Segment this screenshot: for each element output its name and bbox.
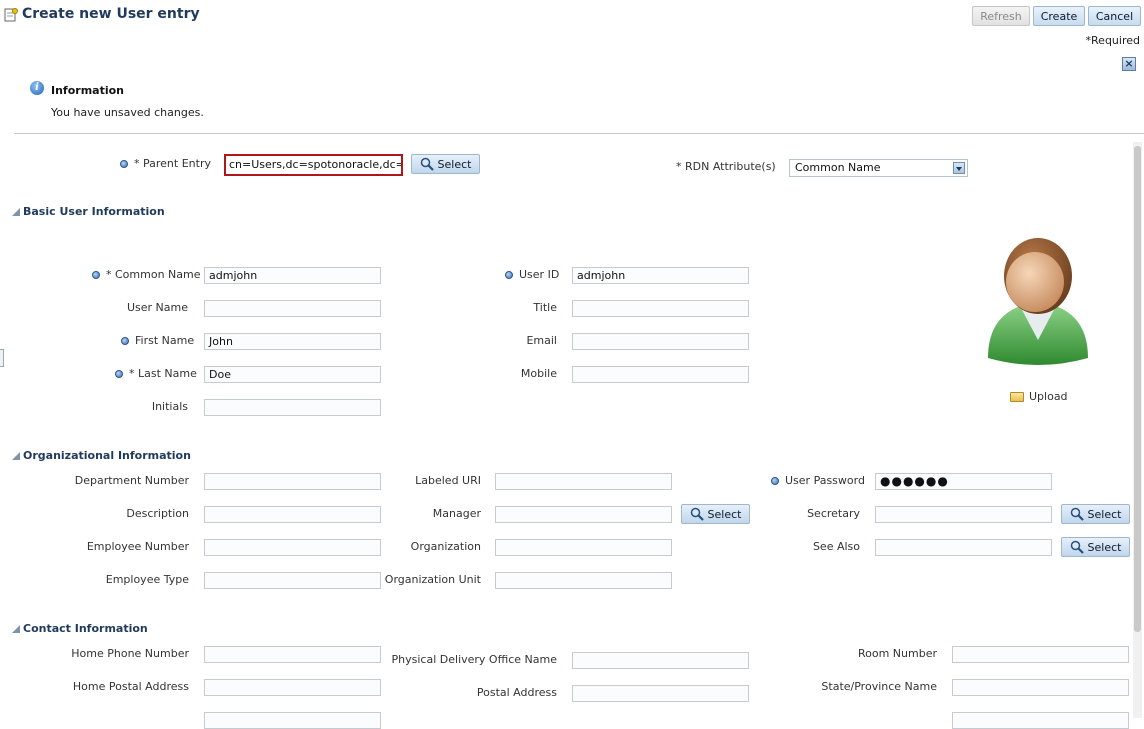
new-entry-icon [4,8,18,22]
help-dot-icon [120,160,128,168]
organization-label: Organization [410,540,481,553]
secretary-input[interactable] [875,506,1052,523]
folder-icon [1010,391,1024,402]
collapse-handle[interactable] [0,349,4,367]
create-button[interactable]: Create [1033,6,1085,26]
postal-address-input[interactable] [572,685,749,702]
common-name-input[interactable]: admjohn [204,267,381,284]
see-also-label: See Also [812,540,860,553]
employee-number-label: Employee Number [86,540,189,553]
info-title: Information [51,84,124,97]
initials-label: Initials [151,400,188,413]
user-id-label: User ID [505,268,559,281]
parent-entry-label: * Parent Entry [120,157,211,170]
rdn-attribute-label: * RDN Attribute(s) [676,160,776,173]
delivery-office-label: Physical Delivery Office Name [391,653,557,666]
title-input[interactable] [572,300,749,317]
section-org-header[interactable]: Organizational Information [12,449,191,462]
help-dot-icon [505,271,513,279]
department-number-input[interactable] [204,473,381,490]
labeled-uri-label: Labeled URI [415,474,481,487]
last-name-input[interactable]: Doe [204,366,381,383]
mobile-label: Mobile [520,367,557,380]
info-panel [14,75,1144,134]
section-contact-header[interactable]: Contact Information [12,622,148,635]
help-dot-icon [115,370,123,378]
title-label: Title [533,301,557,314]
email-label: Email [526,334,557,347]
parent-entry-input[interactable]: cn=Users,dc=spotonoracle,dc=ch [224,154,403,176]
organization-input[interactable] [495,539,672,556]
last-name-label: * Last Name [115,367,197,380]
help-dot-icon [121,337,129,345]
department-number-label: Department Number [74,474,189,487]
user-password-input[interactable]: ●●●●●● [875,473,1052,490]
rdn-attribute-select[interactable]: Common Name [789,159,968,177]
home-phone-label: Home Phone Number [71,647,189,660]
employee-type-input[interactable] [204,572,381,589]
organization-unit-label: Organization Unit [384,573,481,586]
state-province-label: State/Province Name [821,680,937,693]
manager-select-button[interactable]: Select [681,504,750,524]
see-also-input[interactable] [875,539,1052,556]
home-phone-input[interactable] [204,646,381,663]
cancel-button[interactable]: Cancel [1088,6,1141,26]
manager-input[interactable] [495,506,672,523]
collapse-triangle-icon [12,452,20,460]
postal-address-label: Postal Address [476,686,557,699]
manager-label: Manager [432,507,481,520]
email-input[interactable] [572,333,749,350]
user-name-label: User Name [126,301,188,314]
user-id-input[interactable]: admjohn [572,267,749,284]
description-label: Description [126,507,189,520]
common-name-label: * Common Name [92,268,201,281]
magnifier-icon [690,507,704,521]
info-message: You have unsaved changes. [51,106,204,119]
refresh-button[interactable]: Refresh [972,6,1030,26]
scrollbar-thumb[interactable] [1134,146,1141,632]
room-number-label: Room Number [857,647,937,660]
description-input[interactable] [204,506,381,523]
magnifier-icon [420,157,434,171]
parent-select-button[interactable]: Select [411,154,480,174]
home-postal-input[interactable] [204,679,381,696]
collapse-triangle-icon [12,625,20,633]
user-name-input[interactable] [204,300,381,317]
first-name-label: First Name [121,334,194,347]
collapse-triangle-icon [12,208,20,216]
contact-extra-input-2[interactable] [952,712,1129,729]
employee-type-label: Employee Type [105,573,189,586]
section-basic-header[interactable]: Basic User Information [12,205,165,218]
secretary-label: Secretary [807,507,860,520]
secretary-select-button[interactable]: Select [1061,504,1130,524]
help-dot-icon [771,477,779,485]
labeled-uri-input[interactable] [495,473,672,490]
delivery-office-input[interactable] [572,652,749,669]
chevron-down-icon[interactable] [953,162,965,174]
initials-input[interactable] [204,399,381,416]
employee-number-input[interactable] [204,539,381,556]
magnifier-icon [1070,540,1084,554]
user-password-label: User Password [771,474,865,487]
state-province-input[interactable] [952,679,1129,696]
magnifier-icon [1070,507,1084,521]
room-number-input[interactable] [952,646,1129,663]
info-icon: i [30,81,44,95]
page-title: Create new User entry [22,6,200,22]
avatar [980,230,1096,370]
close-icon[interactable]: × [1122,57,1136,71]
upload-photo-button[interactable]: Upload [1010,390,1068,403]
organization-unit-input[interactable] [495,572,672,589]
see-also-select-button[interactable]: Select [1061,537,1130,557]
help-dot-icon [92,271,100,279]
mobile-input[interactable] [572,366,749,383]
required-note: *Required [1085,34,1140,47]
first-name-input[interactable]: John [204,333,381,350]
contact-extra-input[interactable] [204,712,381,729]
home-postal-label: Home Postal Address [72,680,189,693]
